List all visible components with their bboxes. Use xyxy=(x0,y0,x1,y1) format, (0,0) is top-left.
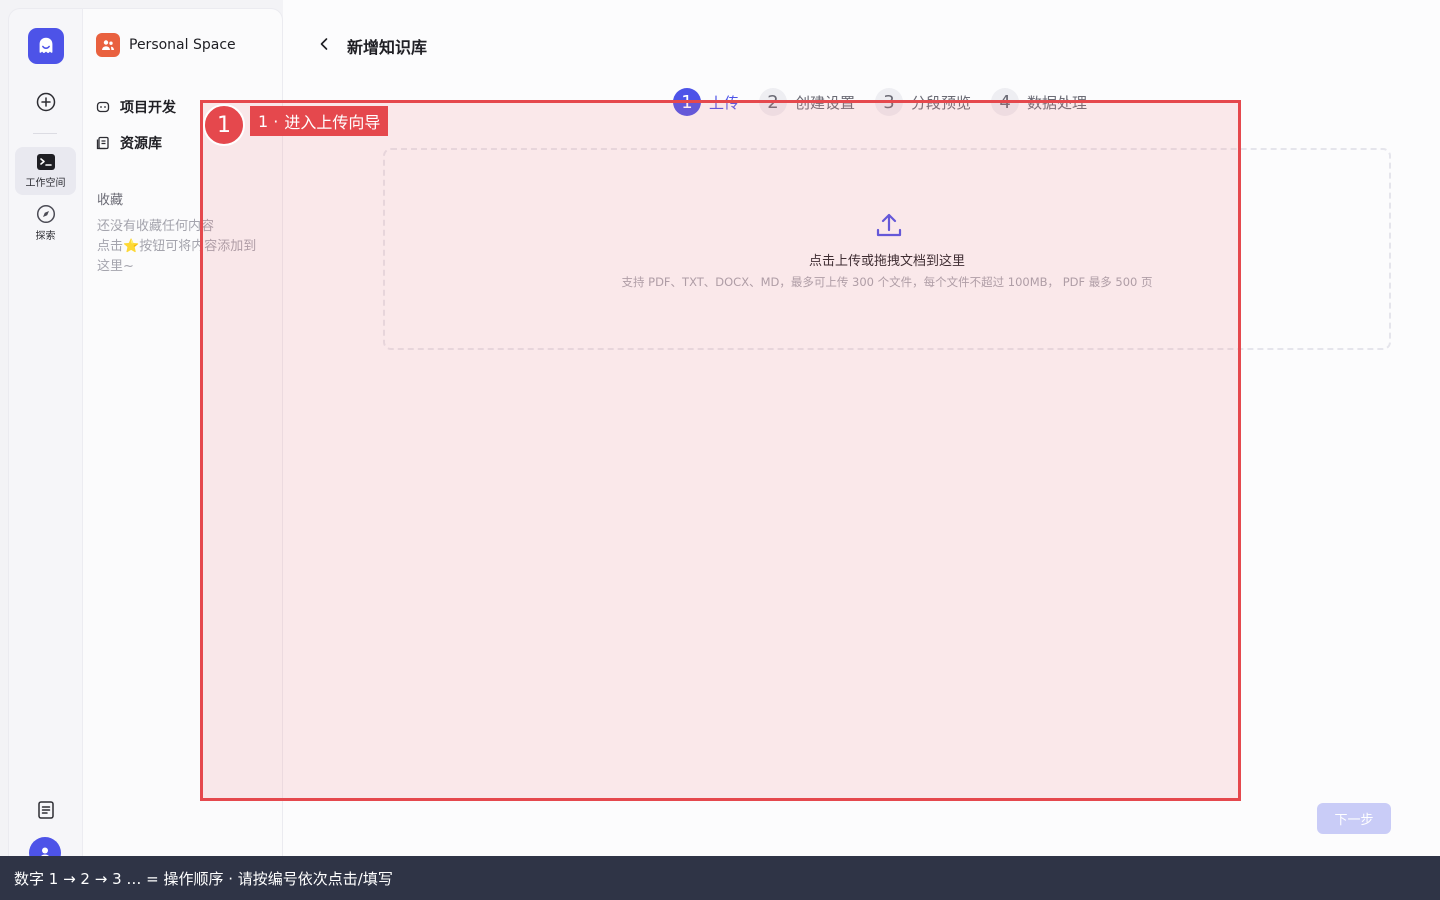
add-icon[interactable] xyxy=(35,91,57,113)
annotation-highlight xyxy=(200,100,1241,801)
favorites-empty-part: 点击 xyxy=(97,239,124,254)
annotation-label-prefix: 1 · xyxy=(258,111,279,131)
annotation-number: 1 xyxy=(203,104,245,146)
star-icon: ⭐ xyxy=(123,239,140,254)
ghost-logo-icon xyxy=(39,37,53,54)
next-step-button[interactable]: 下一步 xyxy=(1317,803,1391,834)
workspace-icon xyxy=(36,154,55,170)
team-icon xyxy=(96,33,120,57)
hint-text: 数字 1 → 2 → 3 … = 操作顺序 · 请按编号依次点击/填写 xyxy=(14,869,393,888)
app-logo[interactable] xyxy=(28,28,64,64)
space-switcher[interactable]: Personal Space xyxy=(96,33,236,57)
bot-icon xyxy=(96,101,110,113)
instruction-hint-bar: 数字 1 → 2 → 3 … = 操作顺序 · 请按编号依次点击/填写 xyxy=(0,856,1440,900)
favorites-title: 收藏 xyxy=(97,193,124,208)
rail-item-explore[interactable]: 探索 xyxy=(15,199,76,247)
sidebar-item-library[interactable]: 资源库 xyxy=(96,133,162,153)
compass-icon xyxy=(36,204,55,224)
back-button[interactable] xyxy=(314,34,334,54)
rail-item-label: 工作空间 xyxy=(25,178,66,189)
rail-item-label: 探索 xyxy=(35,231,56,242)
chevron-left-icon xyxy=(320,38,328,50)
sidebar-item-label: 资源库 xyxy=(120,136,162,152)
rail-item-workspace[interactable]: 工作空间 xyxy=(15,147,76,195)
sidebar-item-project-dev[interactable]: 项目开发 xyxy=(96,97,176,117)
docs-icon[interactable] xyxy=(35,799,57,821)
annotation-label-text: 进入上传向导 xyxy=(284,113,381,132)
annotation-label: 1 · 进入上传向导 xyxy=(250,106,389,136)
sidebar-item-label: 项目开发 xyxy=(120,100,176,116)
library-icon xyxy=(96,136,109,150)
rail-divider xyxy=(33,133,57,134)
space-name: Personal Space xyxy=(129,37,236,53)
page-title: 新增知识库 xyxy=(347,38,428,57)
left-rail: 工作空间 探索 xyxy=(8,8,82,869)
